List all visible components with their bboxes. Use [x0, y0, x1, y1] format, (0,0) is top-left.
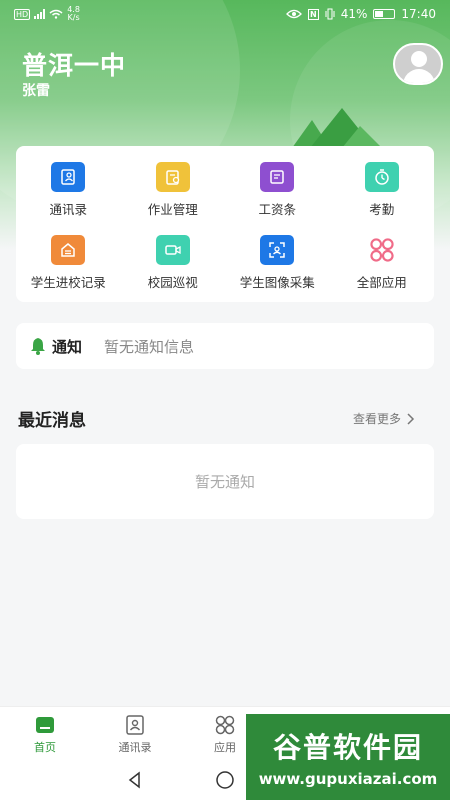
- app-contacts[interactable]: 通讯录: [16, 152, 121, 225]
- view-more-link[interactable]: 查看更多: [353, 410, 415, 427]
- watermark-url: www.gupuxiazai.com: [258, 770, 438, 788]
- app-grid: 通讯录 作业管理 工资条 考勤 学生进校记录 校园巡视 学生图像采集 全部应用: [16, 146, 434, 302]
- school-name: 普洱一中: [22, 51, 127, 80]
- eye-icon: [286, 9, 302, 19]
- view-more-label: 查看更多: [353, 412, 402, 426]
- vibrate-icon: [325, 8, 335, 20]
- app-payslip[interactable]: 工资条: [225, 152, 330, 225]
- wifi-icon: [49, 9, 63, 19]
- signal-icon: [34, 9, 46, 19]
- recent-messages-title: 最近消息: [18, 411, 86, 431]
- entry-record-icon: [51, 235, 86, 265]
- user-name: 张雷: [22, 83, 50, 99]
- app-attendance[interactable]: 考勤: [330, 152, 435, 225]
- app-label: 校园巡视: [147, 275, 198, 290]
- notice-message: 暂无通知信息: [104, 337, 195, 356]
- face-capture-icon: [260, 235, 295, 265]
- payslip-icon: [260, 162, 295, 192]
- back-icon[interactable]: [125, 770, 145, 790]
- watermark-name: 谷普软件园: [272, 731, 423, 764]
- tab-label: 应用: [214, 741, 236, 754]
- tab-home[interactable]: 首页: [0, 707, 90, 760]
- all-apps-icon: [364, 235, 399, 265]
- contacts-tab-icon: [126, 715, 144, 735]
- app-entry-record[interactable]: 学生进校记录: [16, 225, 121, 298]
- bell-icon: [31, 338, 45, 355]
- clock: 17:40: [401, 7, 436, 21]
- battery-percent: 41%: [340, 7, 368, 21]
- network-speed: 4.8 K/s: [67, 5, 80, 22]
- tab-contacts[interactable]: 通讯录: [90, 707, 180, 760]
- mountain-decoration: [292, 108, 382, 148]
- tab-label: 首页: [34, 741, 56, 754]
- app-label: 通讯录: [49, 202, 87, 217]
- app-face-capture[interactable]: 学生图像采集: [225, 225, 330, 298]
- app-label: 学生图像采集: [239, 275, 315, 290]
- app-label: 作业管理: [147, 202, 198, 217]
- recent-messages-empty: 暂无通知: [16, 444, 434, 519]
- homework-icon: [155, 162, 190, 192]
- notice-title: 通知: [52, 337, 83, 356]
- tab-label: 通讯录: [118, 741, 152, 754]
- battery-icon: [373, 9, 396, 19]
- apps-tab-icon: [215, 715, 235, 735]
- patrol-icon: [155, 235, 190, 265]
- app-all-apps[interactable]: 全部应用: [330, 225, 435, 298]
- home-icon: [36, 717, 54, 733]
- nfc-icon: N: [308, 8, 319, 20]
- watermark: 谷普软件园 www.gupuxiazai.com: [246, 714, 450, 800]
- app-label: 学生进校记录: [30, 275, 106, 290]
- chevron-right-icon: [407, 412, 415, 425]
- app-label: 考勤: [369, 202, 395, 217]
- contacts-icon: [51, 162, 86, 192]
- app-homework[interactable]: 作业管理: [121, 152, 226, 225]
- app-label: 工资条: [258, 202, 296, 217]
- home-button-icon[interactable]: [215, 770, 235, 790]
- notice-bar[interactable]: 通知 暂无通知信息: [16, 323, 434, 369]
- status-bar: HD 4.8 K/s N 41% 17:40: [0, 0, 450, 28]
- app-label: 全部应用: [356, 275, 407, 290]
- avatar[interactable]: [393, 43, 443, 85]
- hd-icon: HD: [14, 8, 31, 20]
- app-patrol[interactable]: 校园巡视: [121, 225, 226, 298]
- attendance-icon: [364, 162, 399, 192]
